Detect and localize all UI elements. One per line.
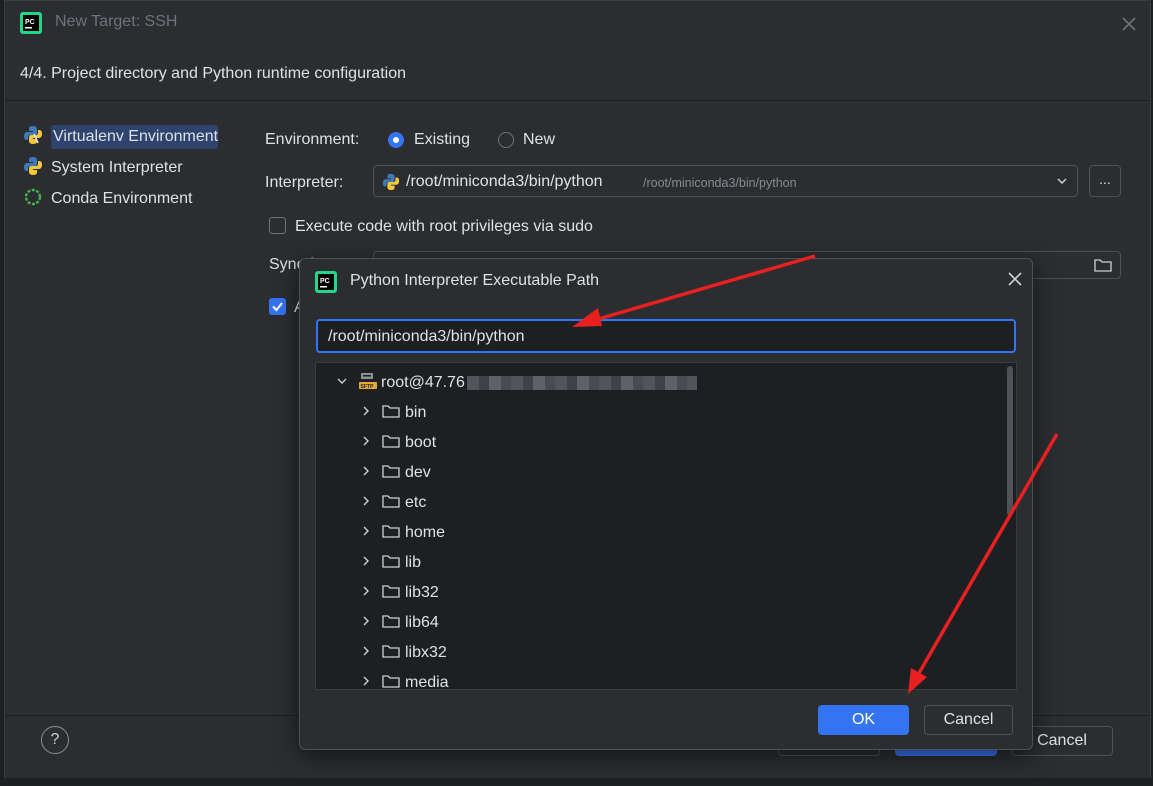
chevron-right-icon[interactable] <box>360 614 382 632</box>
svg-text:PC: PC <box>320 278 330 285</box>
tree-folder-row[interactable]: dev <box>316 458 1004 488</box>
tree-folder-label: dev <box>405 464 431 481</box>
chevron-right-icon[interactable] <box>360 554 382 572</box>
radio-new[interactable] <box>498 132 514 148</box>
tree-folder-row[interactable]: home <box>316 518 1004 548</box>
executable-path-input[interactable] <box>326 325 1000 349</box>
sudo-label: Execute code with root privileges via su… <box>295 218 593 235</box>
tree-folder-row[interactable]: lib32 <box>316 578 1004 608</box>
python-icon <box>23 156 43 181</box>
folder-icon <box>382 613 400 634</box>
pycharm-app-icon: PC <box>315 271 337 297</box>
tree-folder-label: bin <box>405 404 427 421</box>
chevron-right-icon[interactable] <box>360 674 382 689</box>
tree-folder-label: home <box>405 524 446 541</box>
chevron-down-icon[interactable] <box>1055 174 1069 192</box>
remote-file-tree[interactable]: SFTP root@47.76 bin boot dev etc home lib lib3… <box>315 362 1017 690</box>
tree-folder-label: lib64 <box>405 614 439 631</box>
folder-icon <box>382 523 400 544</box>
browse-interpreter-button[interactable]: ... <box>1089 165 1121 197</box>
tree-root-row[interactable]: SFTP root@47.76 <box>316 368 1004 398</box>
tree-folder-row[interactable]: media <box>316 668 1004 690</box>
tree-folder-row[interactable]: bin <box>316 398 1004 428</box>
svg-text:SFTP: SFTP <box>361 384 374 390</box>
radio-existing-label[interactable]: Existing <box>414 131 470 149</box>
auto-upload-checkbox[interactable] <box>269 298 286 315</box>
folder-icon <box>382 463 400 484</box>
chevron-right-icon[interactable] <box>360 494 382 512</box>
environment-label: Environment: <box>265 131 360 148</box>
folder-icon <box>382 403 400 424</box>
tree-folder-label: media <box>405 674 449 690</box>
inner-dialog-title: Python Interpreter Executable Path <box>350 272 600 289</box>
chevron-right-icon[interactable] <box>360 524 382 542</box>
radio-existing[interactable] <box>388 132 404 148</box>
interpreter-combobox[interactable]: /root/miniconda3/bin/python /root/minico… <box>373 165 1078 197</box>
close-icon[interactable] <box>1008 272 1022 290</box>
chevron-right-icon[interactable] <box>360 434 382 452</box>
step-title: 4/4. Project directory and Python runtim… <box>20 65 406 82</box>
folder-icon <box>382 673 400 690</box>
step-header: 4/4. Project directory and Python runtim… <box>5 48 1150 101</box>
close-icon[interactable] <box>1116 11 1142 37</box>
nav-item-virtualenv[interactable]: Virtualenv Environment <box>23 123 219 151</box>
svg-text:PC: PC <box>25 19 35 26</box>
checkmark-icon <box>272 302 283 312</box>
nav-label-system-interpreter: System Interpreter <box>51 159 183 176</box>
tree-folder-label: etc <box>405 494 427 511</box>
help-button[interactable]: ? <box>41 726 69 754</box>
folder-icon <box>382 553 400 574</box>
dialog-title: New Target: SSH <box>55 13 178 30</box>
tree-folder-row[interactable]: libx32 <box>316 638 1004 668</box>
cancel-button[interactable]: Cancel <box>924 705 1013 735</box>
dialog-title-bar: PC New Target: SSH <box>5 1 1150 47</box>
python-virtualenv-icon <box>23 125 43 150</box>
sudo-checkbox[interactable] <box>269 217 286 234</box>
interpreter-label: Interpreter: <box>265 174 344 191</box>
tree-folder-row[interactable]: boot <box>316 428 1004 458</box>
chevron-down-icon[interactable] <box>336 374 358 392</box>
interpreter-path-hint: /root/miniconda3/bin/python <box>643 176 797 190</box>
environment-type-list: Virtualenv Environment System Interprete… <box>5 101 241 711</box>
conda-icon <box>23 187 43 212</box>
background-window-strip <box>0 778 1153 786</box>
folder-icon <box>382 583 400 604</box>
tree-folder-label: libx32 <box>405 644 447 661</box>
folder-icon <box>382 643 400 664</box>
radio-new-label[interactable]: New <box>523 131 555 149</box>
tree-root-label: root@47.76 <box>381 374 465 391</box>
chevron-right-icon[interactable] <box>360 644 382 662</box>
nav-item-system-interpreter[interactable]: System Interpreter <box>23 154 183 182</box>
sftp-server-icon: SFTP <box>358 371 378 396</box>
tree-folder-label: lib <box>405 554 422 571</box>
nav-label-conda: Conda Environment <box>51 190 193 207</box>
python-icon <box>382 173 400 195</box>
nav-item-conda[interactable]: Conda Environment <box>23 185 192 213</box>
tree-scrollbar[interactable] <box>1007 366 1013 516</box>
folder-icon[interactable] <box>1094 257 1112 277</box>
tree-folder-label: boot <box>405 434 437 451</box>
tree-folder-row[interactable]: etc <box>316 488 1004 518</box>
folder-icon <box>382 493 400 514</box>
chevron-right-icon[interactable] <box>360 584 382 602</box>
chevron-right-icon[interactable] <box>360 404 382 422</box>
tree-folder-label: lib32 <box>405 584 439 601</box>
tree-folder-row[interactable]: lib <box>316 548 1004 578</box>
interpreter-path: /root/miniconda3/bin/python <box>406 173 603 190</box>
interpreter-path-dialog: PC Python Interpreter Executable Path SF… <box>299 258 1033 750</box>
chevron-right-icon[interactable] <box>360 464 382 482</box>
folder-icon <box>382 433 400 454</box>
pycharm-app-icon: PC <box>20 12 42 38</box>
redacted-host <box>466 376 697 390</box>
ok-button[interactable]: OK <box>818 705 909 735</box>
nav-label-virtualenv: Virtualenv Environment <box>51 125 219 149</box>
tree-folder-row[interactable]: lib64 <box>316 608 1004 638</box>
executable-path-field[interactable] <box>316 319 1016 353</box>
